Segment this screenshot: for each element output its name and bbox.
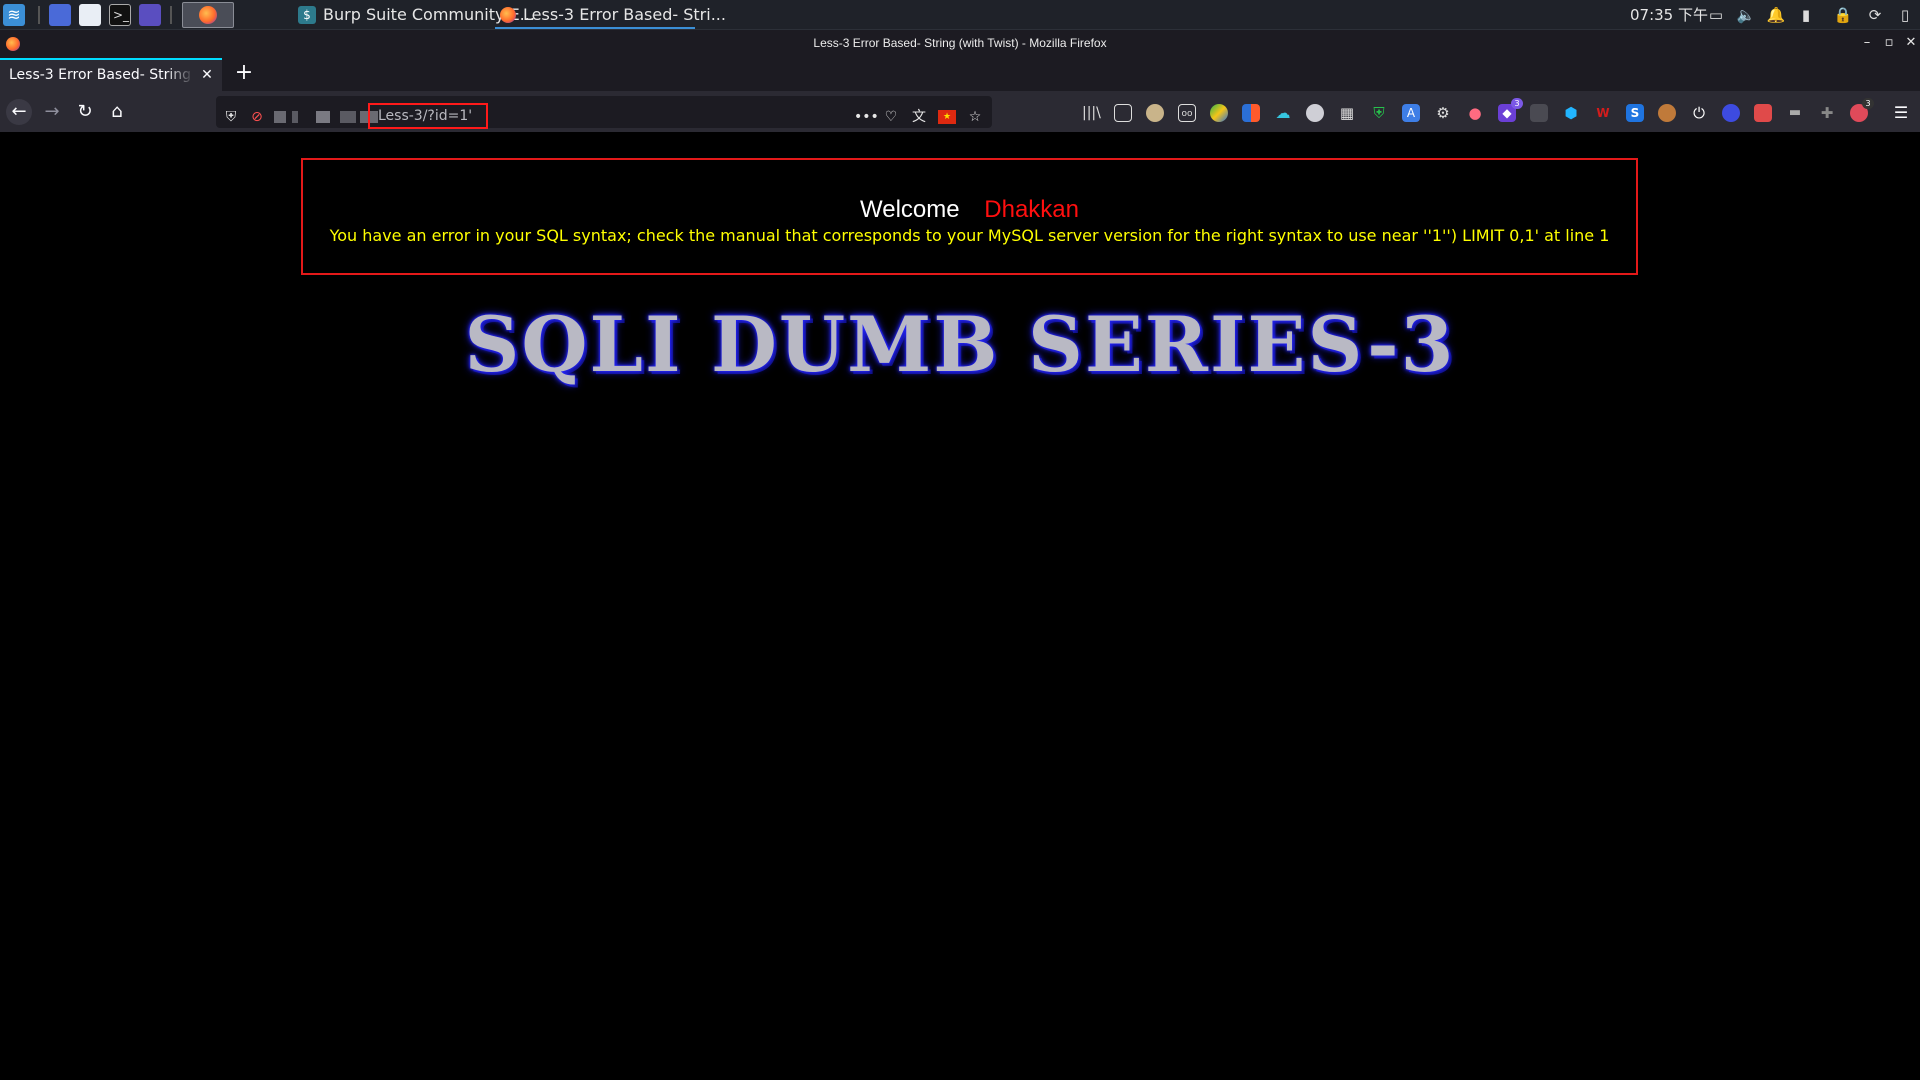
pixelated-host-redaction xyxy=(292,111,298,123)
forward-button[interactable]: → xyxy=(39,99,65,125)
library-icon[interactable]: |||\ xyxy=(1082,104,1101,122)
firefox-task-icon xyxy=(500,7,516,23)
power-menu-icon[interactable]: ▯ xyxy=(1895,5,1915,25)
tab-active[interactable]: Less-3 Error Based- String (with Twist) … xyxy=(0,58,222,91)
extension-gear-icon[interactable]: ⚙ xyxy=(1434,104,1452,122)
bookmark-star-icon[interactable]: ☆ xyxy=(966,108,984,126)
extension-flag-icon[interactable] xyxy=(1242,104,1260,122)
extension-sphere-icon[interactable] xyxy=(1306,104,1324,122)
extension-cookie-icon[interactable] xyxy=(1658,104,1676,122)
pocket-icon[interactable]: ♡ xyxy=(882,108,900,126)
clock[interactable]: 07:35 下午 xyxy=(1630,4,1708,26)
window-title: Less-3 Error Based- String (with Twist) … xyxy=(813,36,1107,50)
tracking-protection-shield-icon[interactable]: ⛨ xyxy=(222,108,240,126)
pixelated-host-redaction xyxy=(274,111,286,123)
extension-s-icon[interactable]: S xyxy=(1626,104,1644,122)
tab-close-icon[interactable]: ✕ xyxy=(198,66,216,84)
extension-colorful-icon[interactable] xyxy=(1210,104,1228,122)
extension-mascot-icon[interactable] xyxy=(1146,104,1164,122)
extension-power-icon[interactable]: ⏻ xyxy=(1690,104,1708,122)
back-button[interactable]: ← xyxy=(6,99,32,125)
app-menu-icon[interactable]: ≋ xyxy=(3,4,25,26)
firefox-launcher[interactable] xyxy=(182,2,234,28)
insecure-connection-icon[interactable]: ⊘ xyxy=(248,108,266,126)
terminal-icon[interactable]: >_ xyxy=(109,4,131,26)
welcome-line: Welcome Dhakkan xyxy=(303,196,1636,224)
pixelated-host-redaction xyxy=(340,111,356,123)
os-taskbar: ≋ >_ $ Burp Suite Community E... Less-3 … xyxy=(0,0,1920,30)
extension-moon-icon[interactable] xyxy=(1722,104,1740,122)
close-window-icon[interactable]: ✕ xyxy=(1902,34,1920,52)
extension-badge: 3 xyxy=(1862,98,1874,109)
firefox-icon xyxy=(199,6,217,24)
extension-reader-icon[interactable]: oo xyxy=(1178,104,1196,122)
url-path-highlight[interactable]: Less-3/?id=1' xyxy=(368,103,488,129)
translate-icon[interactable]: 文 xyxy=(910,108,928,126)
extension-badge: 3 xyxy=(1511,98,1523,109)
lock-icon[interactable]: 🔒 xyxy=(1833,5,1853,25)
extension-puzzle-icon[interactable]: ✚ xyxy=(1818,104,1836,122)
burp-suite-icon: $ xyxy=(298,6,316,24)
task-underline xyxy=(495,27,695,29)
tab-strip: Less-3 Error Based- String (with Twist) … xyxy=(0,58,1920,91)
hamburger-menu-icon[interactable]: ☰ xyxy=(1892,104,1910,122)
minimize-icon[interactable]: – xyxy=(1858,34,1876,52)
taskbar-separator xyxy=(170,6,172,24)
sql-error-message: You have an error in your SQL syntax; ch… xyxy=(329,226,1610,245)
refresh-session-icon[interactable]: ⟳ xyxy=(1865,5,1885,25)
welcome-label: Welcome xyxy=(860,196,960,223)
show-desktop-icon[interactable] xyxy=(49,4,71,26)
extension-red-icon[interactable] xyxy=(1754,104,1772,122)
china-flag-icon[interactable]: ★ xyxy=(938,110,956,124)
extension-translate-icon[interactable]: A xyxy=(1402,104,1420,122)
screen-recorder-icon[interactable] xyxy=(139,4,161,26)
extension-pin-icon[interactable]: ● xyxy=(1466,104,1484,122)
home-button[interactable]: ⌂ xyxy=(104,99,130,125)
user-name: Dhakkan xyxy=(984,196,1079,223)
extension-grid-icon[interactable]: ▦ xyxy=(1338,104,1356,122)
tab-title: Less-3 Error Based- String (with Twist) xyxy=(9,67,194,83)
url-bar[interactable]: ⛨ ⊘ Less-3/?id=1' ••• ♡ 文 ★ ☆ xyxy=(216,96,992,129)
extension-hex-icon[interactable]: ⬢ xyxy=(1562,104,1580,122)
page-actions-ellipsis-icon[interactable]: ••• xyxy=(854,108,879,126)
file-manager-icon[interactable] xyxy=(79,4,101,26)
window-titlebar: Less-3 Error Based- String (with Twist) … xyxy=(0,30,1920,58)
new-tab-icon[interactable]: + xyxy=(232,62,256,86)
pixelated-host-redaction xyxy=(316,111,330,123)
notification-bell-icon[interactable]: 🔔 xyxy=(1766,5,1786,25)
extension-gray-icon[interactable] xyxy=(1530,104,1548,122)
page-content: Welcome Dhakkan You have an error in you… xyxy=(0,132,1920,1080)
extension-wappalyzer-icon[interactable]: W xyxy=(1594,104,1612,122)
taskbar-task-firefox[interactable]: Less-3 Error Based- Stri... xyxy=(523,4,726,26)
maximize-icon[interactable]: ▫ xyxy=(1880,34,1898,52)
sidebar-icon[interactable] xyxy=(1114,104,1132,122)
sqli-dumb-series-banner: SQLI DUMB SERIES-3 xyxy=(464,300,1456,389)
extension-cloud-icon[interactable]: ☁ xyxy=(1274,104,1292,122)
display-icon[interactable]: ▭ xyxy=(1706,5,1726,25)
extension-shield-icon[interactable]: ⛨ xyxy=(1370,104,1388,122)
navigation-toolbar: ← → ↻ ⌂ ⛨ ⊘ Less-3/?id=1' ••• ♡ 文 ★ ☆ ||… xyxy=(0,91,1920,132)
message-box: Welcome Dhakkan You have an error in you… xyxy=(301,158,1638,275)
extension-hat-icon[interactable]: ▬ xyxy=(1786,104,1804,122)
reload-button[interactable]: ↻ xyxy=(72,99,98,125)
battery-icon[interactable]: ▮ xyxy=(1796,5,1816,25)
taskbar-separator xyxy=(38,6,40,24)
volume-icon[interactable]: 🔈 xyxy=(1736,5,1756,25)
